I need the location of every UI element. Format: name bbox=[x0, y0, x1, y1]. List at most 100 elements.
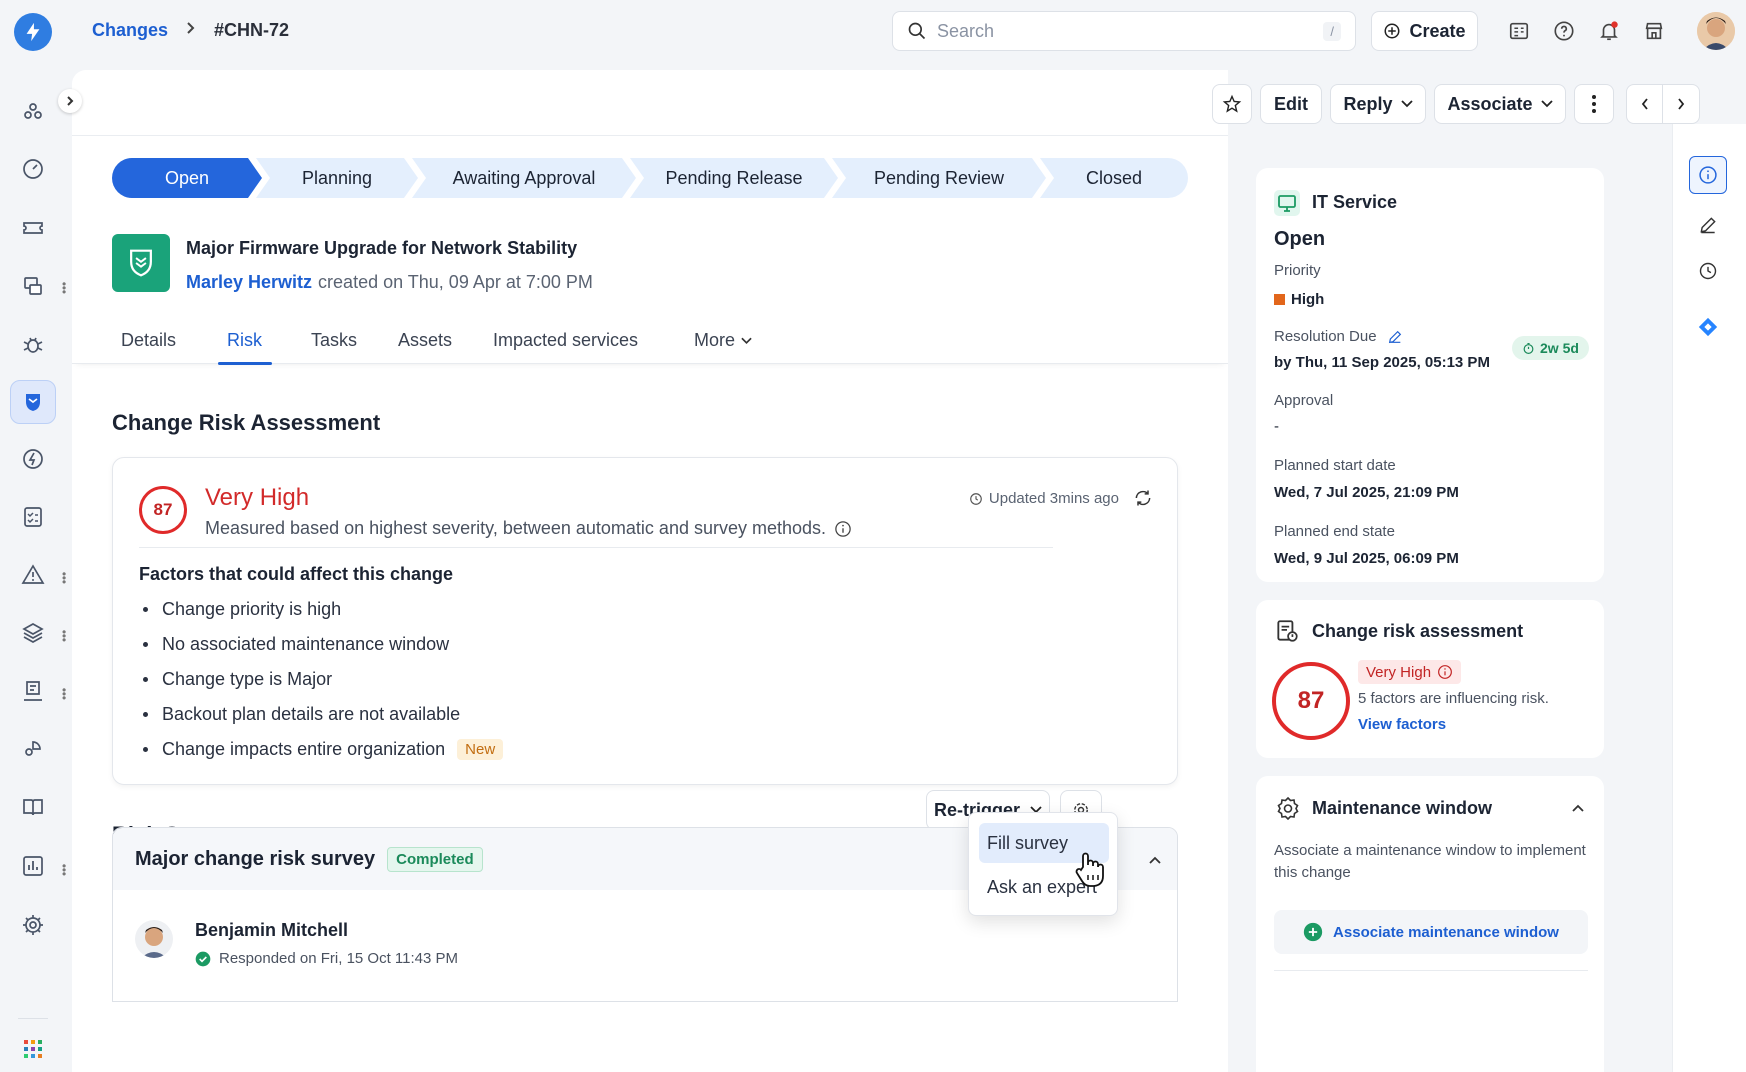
next-record-chevron-icon[interactable] bbox=[1663, 98, 1699, 110]
help-icon[interactable] bbox=[1551, 18, 1577, 44]
chevron-down-icon bbox=[1540, 100, 1553, 108]
nav-service-catalog-icon[interactable] bbox=[14, 267, 52, 305]
record-pager bbox=[1626, 84, 1700, 124]
nav-knowledge-book-icon[interactable] bbox=[14, 788, 52, 826]
nav-layers-icon[interactable] bbox=[14, 614, 52, 652]
check-circle-icon bbox=[195, 951, 211, 966]
start-date-value: Wed, 7 Jul 2025, 21:09 PM bbox=[1274, 484, 1459, 501]
tab-tasks[interactable]: Tasks bbox=[311, 330, 357, 351]
risk-summary-score: 87 bbox=[1297, 687, 1325, 714]
edit-button[interactable]: Edit bbox=[1260, 84, 1322, 124]
history-clock-icon[interactable] bbox=[1689, 252, 1727, 290]
risk-updated: Updated 3mins ago bbox=[969, 490, 1119, 507]
nav-releases-icon[interactable] bbox=[14, 440, 52, 478]
associate-button[interactable]: Associate bbox=[1434, 84, 1566, 124]
stage-awaiting-approval[interactable]: Awaiting Approval bbox=[412, 158, 636, 198]
nav-analytics-icon[interactable] bbox=[14, 730, 52, 768]
tab-impacted-services[interactable]: Impacted services bbox=[493, 330, 638, 351]
notifications-icon[interactable] bbox=[1596, 18, 1622, 44]
plus-circle-icon bbox=[1303, 922, 1323, 942]
factor-text: Change priority is high bbox=[162, 599, 342, 619]
create-label: Create bbox=[1409, 20, 1466, 41]
stage-planning[interactable]: Planning bbox=[256, 158, 418, 198]
reply-button[interactable]: Reply bbox=[1330, 84, 1426, 124]
app-logo-icon[interactable] bbox=[14, 13, 52, 51]
hand-cursor-icon bbox=[1075, 852, 1104, 887]
nav-more-icon[interactable]: • • • bbox=[62, 278, 68, 298]
more-actions-kebab-icon[interactable] bbox=[1574, 84, 1614, 124]
maintenance-description: Associate a maintenance window to implem… bbox=[1274, 842, 1586, 881]
stage-open[interactable]: Open bbox=[112, 158, 262, 198]
app-switcher-grid-icon[interactable] bbox=[14, 1030, 52, 1068]
nav-more-icon[interactable]: • • • bbox=[62, 626, 68, 646]
factor-item: No associated maintenance window bbox=[143, 634, 449, 655]
tab-risk[interactable]: Risk bbox=[227, 330, 262, 351]
stage-pending-release[interactable]: Pending Release bbox=[630, 158, 838, 198]
priority-text: High bbox=[1291, 291, 1325, 308]
info-panel-icon[interactable] bbox=[1689, 156, 1727, 194]
risk-summary-level: Very High bbox=[1366, 663, 1432, 681]
nav-problems-bug-icon[interactable] bbox=[14, 325, 52, 363]
tab-more[interactable]: More bbox=[694, 330, 752, 351]
nav-expand-chevron-icon[interactable] bbox=[58, 89, 82, 113]
factor-item: Change priority is high bbox=[143, 599, 341, 620]
right-icon-strip bbox=[1672, 124, 1746, 1072]
previous-record-chevron-icon[interactable] bbox=[1627, 85, 1663, 123]
associate-maintenance-button[interactable]: Associate maintenance window bbox=[1274, 910, 1588, 954]
info-icon[interactable] bbox=[1437, 664, 1453, 680]
favorite-star-button[interactable] bbox=[1212, 84, 1252, 124]
nav-more-icon[interactable]: • • • bbox=[62, 860, 68, 880]
record-author-link[interactable]: Marley Herwitz bbox=[186, 272, 312, 292]
refresh-icon[interactable] bbox=[1133, 488, 1153, 513]
risk-description: Measured based on highest severity, betw… bbox=[205, 518, 852, 539]
pencil-edit-icon[interactable] bbox=[1387, 329, 1403, 345]
priority-label: Priority bbox=[1274, 262, 1321, 279]
chevron-up-icon[interactable] bbox=[1572, 804, 1584, 812]
stage-closed[interactable]: Closed bbox=[1040, 158, 1188, 198]
responder-avatar bbox=[135, 920, 173, 958]
nav-reports-icon[interactable] bbox=[14, 672, 52, 710]
monitor-icon bbox=[1274, 190, 1300, 216]
reply-label: Reply bbox=[1343, 93, 1393, 114]
breadcrumb-changes-link[interactable]: Changes bbox=[92, 20, 168, 41]
nav-alerts-icon[interactable] bbox=[14, 556, 52, 594]
jira-integration-icon[interactable] bbox=[1689, 308, 1727, 346]
tab-details[interactable]: Details bbox=[121, 330, 176, 351]
resolution-label: Resolution Due bbox=[1274, 328, 1403, 345]
user-avatar[interactable] bbox=[1697, 12, 1735, 50]
tab-assets[interactable]: Assets bbox=[398, 330, 452, 351]
approval-label: Approval bbox=[1274, 392, 1334, 409]
end-date-label: Planned end state bbox=[1274, 523, 1395, 540]
tasks-icon[interactable] bbox=[1506, 18, 1532, 44]
breadcrumb: Changes #CHN-72 bbox=[92, 20, 289, 41]
plus-circle-icon bbox=[1384, 23, 1400, 39]
risk-summary-card: Change risk assessment 87 Very High 5 fa… bbox=[1256, 600, 1604, 758]
nav-dashboard-chart-icon[interactable] bbox=[14, 847, 52, 885]
edit-notes-icon[interactable] bbox=[1689, 206, 1727, 244]
nav-tickets-icon[interactable] bbox=[14, 209, 52, 247]
create-button[interactable]: Create bbox=[1371, 11, 1478, 51]
risk-card-divider bbox=[139, 547, 1053, 548]
marketplace-icon[interactable] bbox=[1641, 18, 1667, 44]
risk-score: 87 bbox=[153, 500, 173, 519]
nav-checklist-icon[interactable] bbox=[14, 498, 52, 536]
nav-settings-gear-icon[interactable] bbox=[14, 906, 52, 944]
chevron-down-icon bbox=[741, 337, 752, 344]
gear-badge-icon bbox=[1277, 796, 1299, 820]
retrigger-dropdown-menu: Fill survey Ask an expert bbox=[968, 812, 1118, 916]
stage-pending-review[interactable]: Pending Review bbox=[832, 158, 1046, 198]
maintenance-title: Maintenance window bbox=[1312, 798, 1493, 818]
nav-more-icon[interactable]: • • • bbox=[62, 568, 68, 588]
search-placeholder: Search bbox=[937, 20, 995, 41]
sla-badge: 2w 5d bbox=[1512, 336, 1589, 360]
search-input[interactable]: Search / bbox=[892, 11, 1356, 51]
nav-changes-icon[interactable] bbox=[10, 380, 56, 424]
priority-value[interactable]: High bbox=[1274, 291, 1324, 308]
info-icon[interactable] bbox=[834, 520, 852, 538]
service-name: IT Service bbox=[1312, 192, 1398, 212]
chevron-up-icon[interactable] bbox=[1149, 856, 1161, 864]
nav-dashboard-icon[interactable] bbox=[14, 92, 52, 130]
view-factors-link[interactable]: View factors bbox=[1358, 716, 1446, 733]
nav-gauge-icon[interactable] bbox=[14, 150, 52, 188]
nav-more-icon[interactable]: • • • bbox=[62, 684, 68, 704]
